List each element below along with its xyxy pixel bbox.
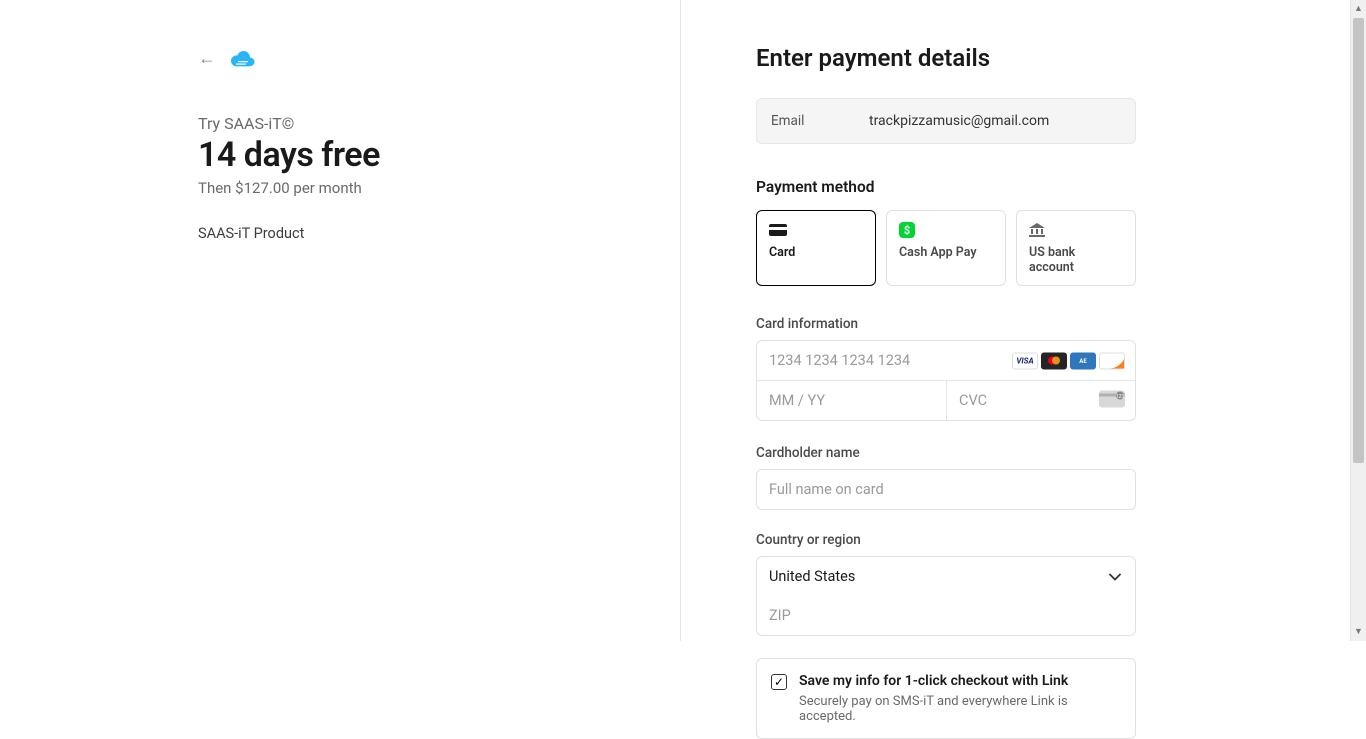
- card-brand-icons: VISA AE: [1012, 352, 1125, 369]
- link-subtext: Securely pay on SMS-iT and everywhere Li…: [799, 694, 1121, 724]
- svg-text:123: 123: [1116, 394, 1125, 400]
- price-subtext: Then $127.00 per month: [198, 179, 680, 197]
- price-headline: 14 days free: [198, 135, 680, 175]
- chevron-down-icon: [1109, 568, 1121, 585]
- cardholder-input[interactable]: [757, 470, 1135, 509]
- scroll-up-icon[interactable]: ▲: [1351, 1, 1366, 17]
- expiry-input[interactable]: [757, 381, 946, 420]
- payment-method-tabs: Card $ Cash App Pay US bank account: [756, 210, 1136, 286]
- amex-icon: AE: [1070, 352, 1096, 369]
- link-title: Save my info for 1-click checkout with L…: [799, 673, 1068, 689]
- country-input-group: United States: [756, 556, 1136, 636]
- card-info-label: Card information: [756, 316, 1136, 332]
- scrollbar-thumb[interactable]: [1353, 18, 1364, 463]
- cardholder-label: Cardholder name: [756, 445, 1136, 461]
- link-save-box: ✓ Save my info for 1-click checkout with…: [756, 658, 1136, 739]
- card-input-group: VISA AE: [756, 340, 1136, 421]
- zip-input[interactable]: [757, 596, 1135, 635]
- payment-method-title: Payment method: [756, 178, 1136, 196]
- svg-text:AE: AE: [1079, 358, 1087, 365]
- discover-icon: [1099, 352, 1125, 369]
- email-label: Email: [771, 113, 869, 129]
- payment-panel: Enter payment details Email trackpizzamu…: [680, 0, 1366, 641]
- cvc-icon: 123: [1099, 390, 1125, 411]
- svg-text:$: $: [904, 224, 910, 237]
- scroll-down-icon[interactable]: ▼: [1351, 624, 1366, 640]
- country-select[interactable]: United States: [757, 557, 1135, 596]
- country-label: Country or region: [756, 532, 1136, 548]
- bank-icon: [1029, 221, 1123, 239]
- save-info-checkbox[interactable]: ✓: [771, 674, 787, 690]
- scrollbar[interactable]: ▲ ▼: [1350, 0, 1366, 641]
- method-bank-label: US bank account: [1029, 245, 1123, 275]
- card-icon: [769, 221, 863, 239]
- page-title: Enter payment details: [756, 44, 1136, 72]
- method-card[interactable]: Card: [756, 210, 876, 286]
- trial-label: Try SAAS-iT©: [198, 114, 680, 133]
- method-bank[interactable]: US bank account: [1016, 210, 1136, 286]
- checkmark-icon: ✓: [774, 676, 784, 688]
- back-arrow-icon[interactable]: ←: [198, 50, 216, 68]
- vertical-divider: [680, 0, 681, 641]
- country-value: United States: [769, 568, 855, 585]
- mastercard-icon: [1041, 352, 1067, 369]
- product-name: SAAS-iT Product: [198, 225, 680, 242]
- method-cashapp[interactable]: $ Cash App Pay: [886, 210, 1006, 286]
- brand-cloud-icon: [230, 50, 256, 68]
- email-value: trackpizzamusic@gmail.com: [869, 113, 1049, 129]
- method-card-label: Card: [769, 245, 863, 260]
- cashapp-icon: $: [899, 221, 993, 239]
- visa-icon: VISA: [1012, 352, 1038, 369]
- method-cashapp-label: Cash App Pay: [899, 245, 993, 260]
- summary-panel: ← Try SAAS-iT© 14 days free Then $127.00…: [0, 0, 680, 641]
- email-display: Email trackpizzamusic@gmail.com: [756, 98, 1136, 144]
